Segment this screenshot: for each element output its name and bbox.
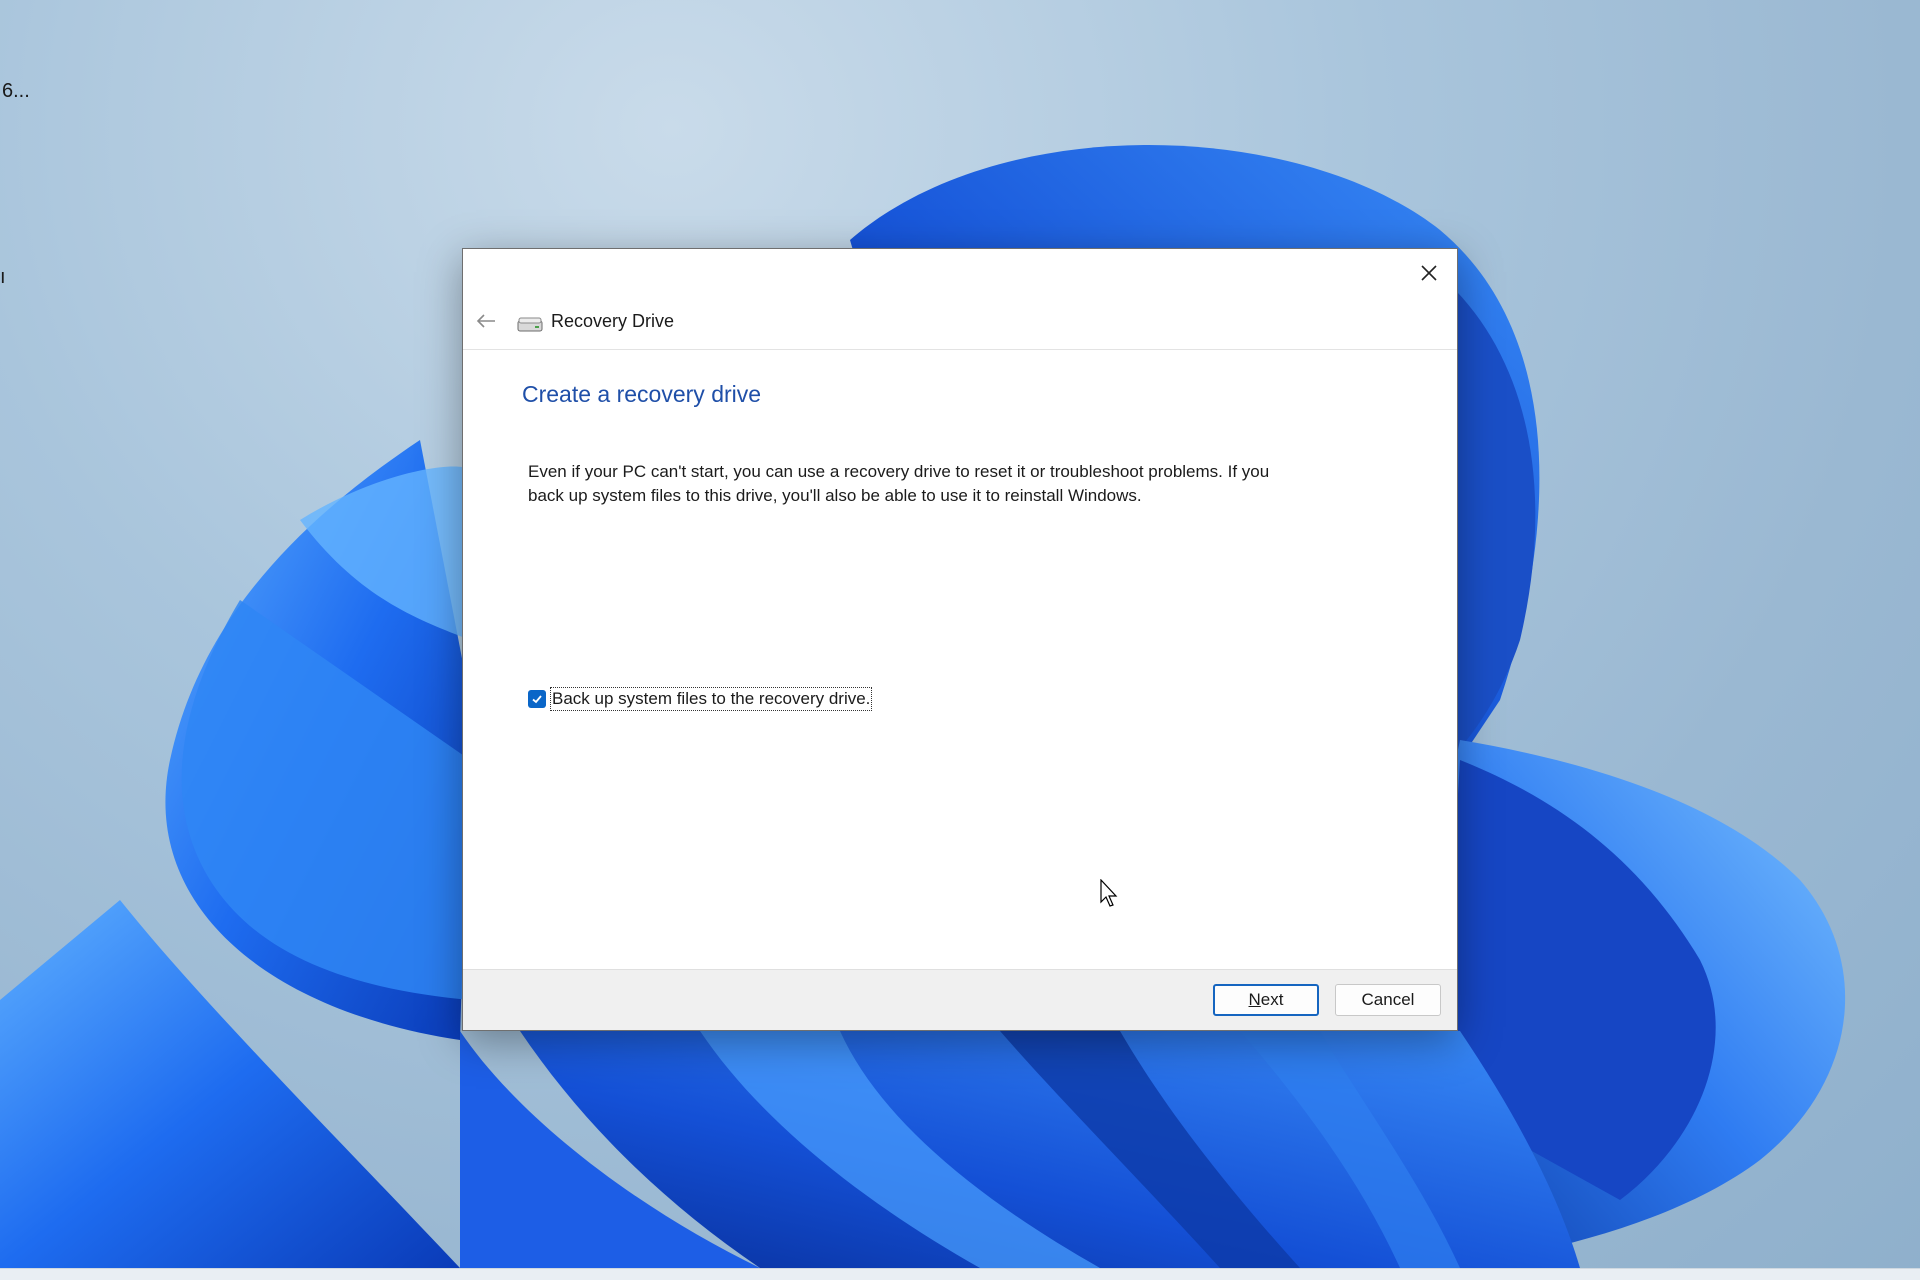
- back-button[interactable]: [471, 306, 501, 336]
- desktop: 6... ı Recovery Drive Create a recovery …: [0, 0, 1920, 1280]
- wizard-nav-bar: Recovery Drive: [463, 297, 1457, 350]
- wizard-content: Create a recovery drive Even if your PC …: [463, 350, 1457, 969]
- next-button-mnemonic: N: [1248, 990, 1261, 1009]
- next-button[interactable]: Next: [1213, 984, 1319, 1016]
- mouse-pointer-icon: [1100, 879, 1118, 907]
- page-heading: Create a recovery drive: [522, 381, 762, 407]
- title-bar[interactable]: [463, 249, 1457, 297]
- desktop-icon-label-partial[interactable]: 6...: [2, 80, 30, 103]
- backup-system-files-checkbox[interactable]: [528, 690, 546, 708]
- window-title: Recovery Drive: [551, 311, 675, 331]
- taskbar-edge: [0, 1268, 1920, 1280]
- drive-icon: [517, 317, 543, 332]
- close-button[interactable]: [1411, 255, 1447, 291]
- next-button-label: ext: [1260, 990, 1284, 1009]
- close-icon: [1421, 265, 1437, 281]
- checkmark-icon: [532, 695, 542, 704]
- wizard-footer: Next Cancel: [463, 969, 1457, 1030]
- recovery-drive-dialog: Recovery Drive Create a recovery drive E…: [462, 248, 1458, 1031]
- back-arrow-icon: [476, 314, 495, 328]
- desktop-icon-label-partial-2[interactable]: ı: [0, 266, 6, 289]
- backup-system-files-label[interactable]: Back up system files to the recovery dri…: [550, 687, 873, 711]
- backup-system-files-option[interactable]: Back up system files to the recovery dri…: [528, 687, 873, 711]
- page-description: Even if your PC can't start, you can use…: [528, 462, 1270, 505]
- cancel-button[interactable]: Cancel: [1335, 984, 1441, 1016]
